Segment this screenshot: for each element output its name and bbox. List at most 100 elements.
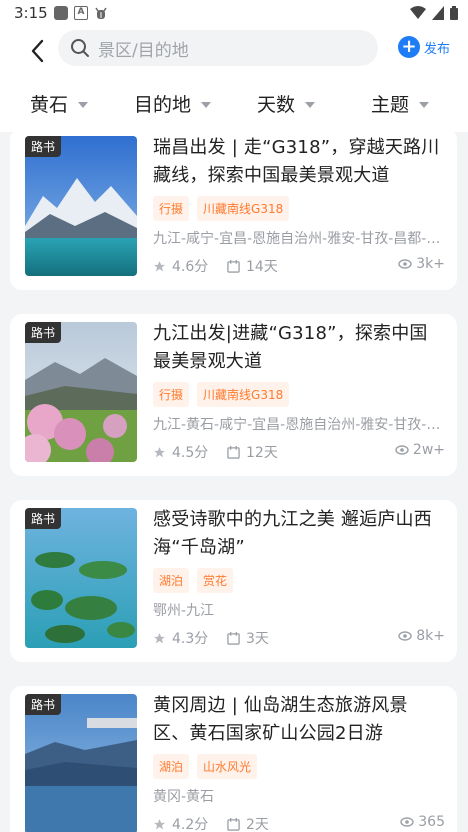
island-lake-image	[25, 508, 137, 648]
tag-list: 湖泊 赏花	[153, 568, 234, 593]
publish-button[interactable]: + 发布	[398, 36, 450, 58]
route-thumbnail: 路书	[25, 322, 137, 462]
back-button[interactable]	[22, 36, 52, 66]
top-header: 景区/目的地 + 发布	[0, 28, 468, 76]
rating: 4.6分	[153, 256, 208, 276]
publish-label: 发布	[424, 41, 451, 57]
search-icon	[71, 39, 89, 57]
badge-roadbook: 路书	[25, 508, 62, 529]
star-icon	[154, 632, 165, 643]
eye-icon	[395, 445, 409, 455]
views-value: 3k+	[416, 256, 445, 272]
calendar-icon	[227, 817, 240, 831]
duration: 12天	[227, 442, 278, 462]
star-icon	[154, 446, 165, 457]
duration-value: 12天	[246, 445, 278, 461]
calendar-icon	[227, 259, 240, 273]
plus-icon: +	[398, 36, 420, 58]
notification-square-icon	[54, 6, 68, 20]
route-meta: 4.2分 2天 365	[153, 814, 445, 832]
filter-days[interactable]: 天数	[257, 90, 316, 117]
route-meta: 4.5分 12天 2w+	[153, 442, 445, 462]
caret-down-icon	[201, 101, 212, 108]
status-bar: 3:15 A	[0, 0, 468, 28]
route-card[interactable]: 路书 感受诗歌中的九江之美 邂逅庐山西海“千岛湖” 湖泊 赏花 鄂州-九江 4.…	[10, 500, 457, 662]
tag: 川藏南线G318	[197, 196, 290, 221]
eye-icon	[398, 631, 412, 641]
filter-label: 黄石	[30, 94, 69, 116]
star-icon	[154, 818, 165, 829]
status-notification-icons: A	[54, 6, 108, 20]
caret-down-icon	[419, 101, 430, 108]
filter-destination[interactable]: 目的地	[134, 90, 212, 117]
tag: 湖泊	[153, 568, 190, 593]
battery-icon	[450, 6, 458, 20]
eye-icon	[398, 259, 412, 269]
rating-value: 4.5分	[172, 445, 209, 461]
blossom-valley-image	[25, 322, 137, 462]
bug-icon	[95, 7, 107, 19]
route-stops: 鄂州-九江	[153, 603, 215, 619]
eye-icon	[400, 817, 414, 827]
route-title: 瑞昌出发 | 走“G318”，穿越天路川藏线，探索中国最美景观大道	[153, 137, 440, 186]
route-card[interactable]: 路书 九江出发|进藏“G318”，探索中国最美景观大道 行摄 川藏南线G318 …	[10, 314, 457, 476]
views: 2w+	[395, 442, 445, 458]
views-value: 365	[418, 814, 445, 830]
views-value: 8k+	[416, 628, 445, 644]
rating: 4.2分	[153, 814, 208, 832]
rating: 4.5分	[153, 442, 208, 462]
badge-roadbook: 路书	[25, 136, 62, 157]
tag: 川藏南线G318	[197, 382, 290, 407]
caret-down-icon	[78, 101, 89, 108]
snow-mountain-lake-image	[25, 136, 137, 276]
tag: 山水风光	[197, 754, 258, 779]
duration: 14天	[227, 256, 278, 276]
badge-roadbook: 路书	[25, 694, 62, 715]
route-meta: 4.6分 14天 3k+	[153, 256, 445, 276]
views: 8k+	[398, 628, 445, 644]
filter-bar: 黄石 目的地 天数 主题	[0, 76, 468, 132]
filter-theme[interactable]: 主题	[371, 90, 430, 117]
calendar-icon	[227, 631, 240, 645]
route-title: 感受诗歌中的九江之美 邂逅庐山西海“千岛湖”	[153, 509, 432, 558]
route-stops: 黄冈-黄石	[153, 789, 215, 805]
caret-down-icon	[305, 101, 316, 108]
tag-list: 行摄 川藏南线G318	[153, 382, 290, 407]
chevron-left-icon	[31, 39, 44, 63]
route-stops: 九江-咸宁-宜昌-恩施自治州-雅安-甘孜-昌都-林芝-拉萨	[153, 231, 443, 247]
route-title: 黄冈周边 | 仙岛湖生态旅游风景区、黄石国家矿山公园2日游	[153, 695, 408, 744]
duration: 3天	[227, 628, 269, 648]
tag: 赏花	[197, 568, 234, 593]
duration-value: 14天	[246, 259, 278, 275]
filter-label: 天数	[257, 94, 296, 116]
filter-label: 主题	[371, 94, 410, 116]
route-card[interactable]: 路书 瑞昌出发 | 走“G318”，穿越天路川藏线，探索中国最美景观大道 行摄 …	[10, 132, 457, 290]
rating: 4.3分	[153, 628, 208, 648]
rating-value: 4.6分	[172, 259, 209, 275]
views: 3k+	[398, 256, 445, 272]
route-thumbnail: 路书	[25, 136, 137, 276]
views: 365	[400, 814, 445, 830]
status-time: 3:15	[14, 4, 48, 22]
signal-icon	[432, 6, 444, 20]
route-thumbnail: 路书	[25, 694, 137, 832]
tag: 行摄	[153, 196, 190, 221]
duration-value: 2天	[246, 817, 269, 832]
tag-list: 行摄 川藏南线G318	[153, 196, 290, 221]
calendar-icon	[227, 445, 240, 459]
tag: 湖泊	[153, 754, 190, 779]
route-stops: 九江-黄石-咸宁-宜昌-恩施自治州-雅安-甘孜-昌都-林芝-拉萨	[153, 417, 443, 433]
route-thumbnail: 路书	[25, 508, 137, 648]
views-value: 2w+	[412, 442, 445, 458]
filter-city[interactable]: 黄石	[30, 90, 89, 117]
route-card[interactable]: 路书 黄冈周边 | 仙岛湖生态旅游风景区、黄石国家矿山公园2日游 湖泊 山水风光…	[10, 686, 457, 832]
notification-a-icon: A	[74, 6, 88, 20]
duration-value: 3天	[246, 631, 269, 647]
star-icon	[154, 260, 165, 271]
duration: 2天	[227, 814, 269, 832]
route-list: 路书 瑞昌出发 | 走“G318”，穿越天路川藏线，探索中国最美景观大道 行摄 …	[0, 132, 468, 832]
rating-value: 4.2分	[172, 817, 209, 832]
wifi-icon	[410, 6, 426, 19]
route-meta: 4.3分 3天 8k+	[153, 628, 445, 648]
search-input[interactable]: 景区/目的地	[58, 30, 378, 66]
